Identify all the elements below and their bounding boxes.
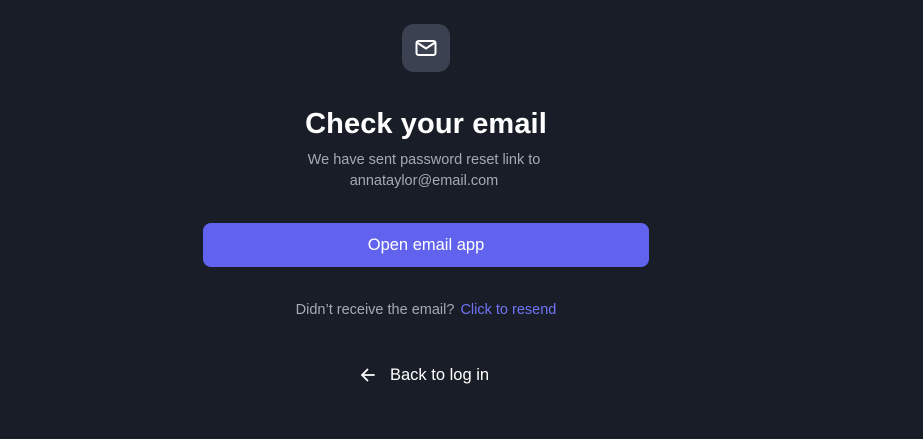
back-to-login-label: Back to log in <box>390 365 490 384</box>
mail-icon-tile <box>402 24 450 72</box>
email-address: annataylor@email.com <box>349 173 499 189</box>
mail-icon <box>415 40 437 56</box>
open-email-app-button[interactable]: Open email app <box>203 223 649 267</box>
arrow-left-icon <box>361 368 375 382</box>
page-title: Check your email <box>305 108 547 140</box>
reset-email-sent-page: Check your email We have sent password r… <box>0 0 923 439</box>
subtitle-text: We have sent password reset link to <box>307 152 541 168</box>
resend-link[interactable]: Click to resend <box>460 302 556 318</box>
back-to-login-link[interactable]: Back to log in <box>358 363 489 387</box>
resend-row: Didn’t receive the email? Click to resend <box>0 300 852 320</box>
resend-prompt: Didn’t receive the email? <box>295 302 455 318</box>
